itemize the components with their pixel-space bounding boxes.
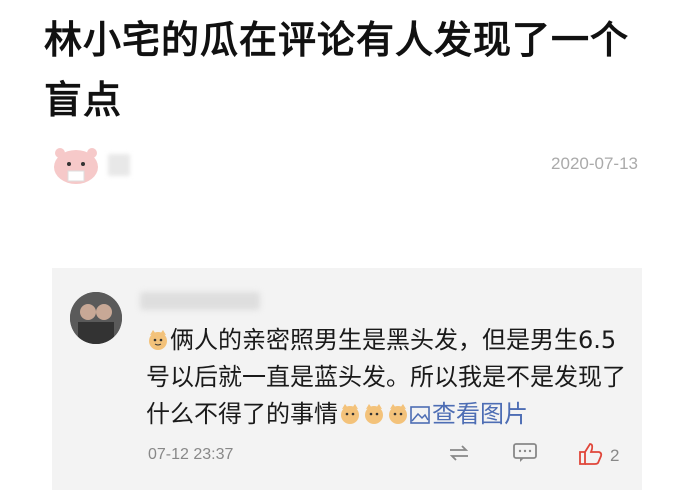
cat-emoji-icon [149, 330, 167, 350]
like-icon[interactable] [578, 442, 604, 466]
commenter-name-blurred[interactable] [140, 292, 260, 310]
author-name-blurred[interactable] [108, 154, 130, 176]
article-date: 2020-07-13 [551, 154, 638, 173]
like-count: 2 [610, 446, 620, 465]
commenter-avatar[interactable] [70, 292, 122, 344]
article-title: 林小宅的瓜在评论有人发现了一个盲点 [44, 18, 630, 122]
author-avatar[interactable] [52, 145, 100, 185]
view-image-label: 查看图片 [432, 400, 528, 428]
cat-emoji-icon [341, 404, 359, 424]
repost-icon[interactable] [446, 442, 472, 464]
view-image-link[interactable]: 查看图片 [410, 400, 528, 428]
comment-body: 俩人的亲密照男生是黑头发，但是男生6.5号以后就一直是蓝头发。所以我是不是发现了… [146, 326, 626, 428]
comment-time: 07-12 23:37 [148, 446, 234, 463]
comment-text: 俩人的亲密照男生是黑头发，但是男生6.5号以后就一直是蓝头发。所以我是不是发现了… [146, 322, 636, 433]
image-icon [410, 406, 430, 424]
cat-emoji-icon [365, 404, 383, 424]
comment-icon[interactable] [512, 442, 538, 464]
cat-emoji-icon [389, 404, 407, 424]
